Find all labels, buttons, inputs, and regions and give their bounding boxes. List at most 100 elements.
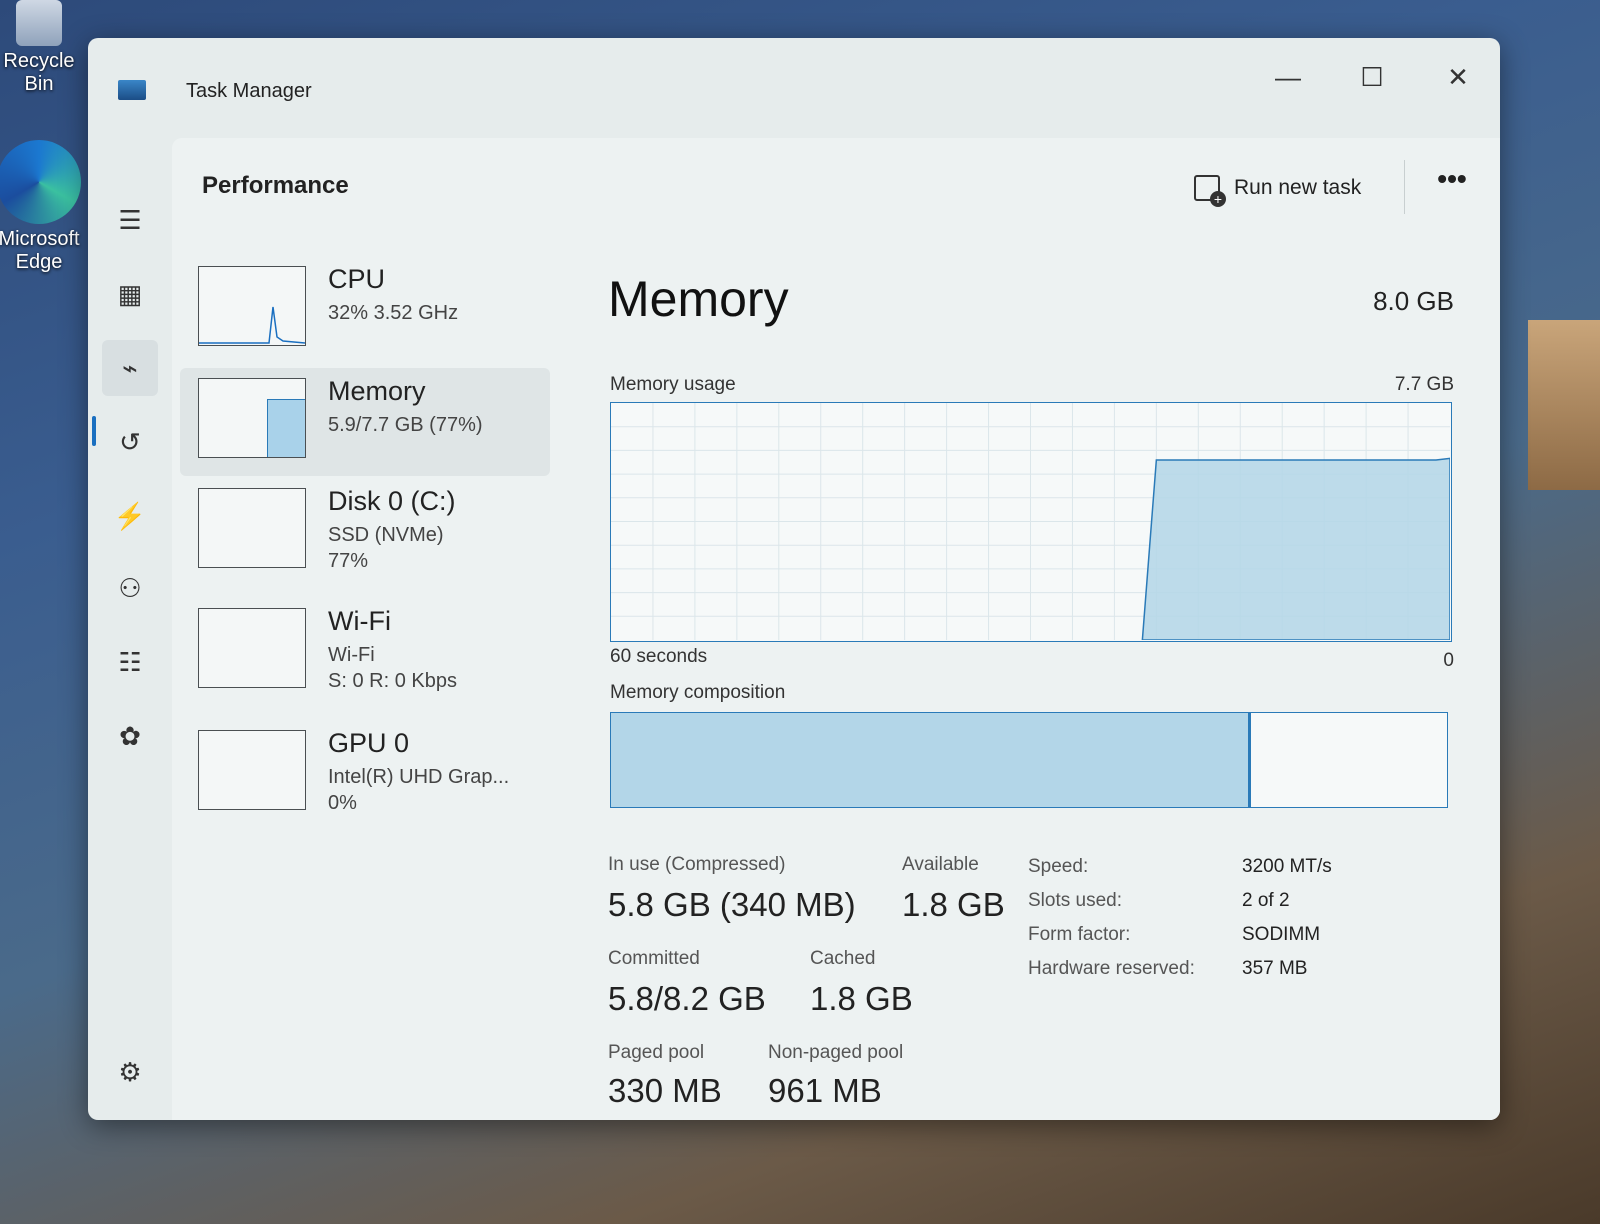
composition-available-segment[interactable] xyxy=(1251,713,1447,807)
nav-startup-apps-button[interactable]: ⚡ xyxy=(102,488,158,544)
available-value: 1.8 GB xyxy=(902,886,1005,923)
spec-value: 3200 MT/s xyxy=(1242,856,1332,877)
device-thumbnail-graph xyxy=(198,266,306,346)
memory-usage-area xyxy=(1141,457,1451,641)
spec-value: SODIMM xyxy=(1242,924,1321,945)
main-content: Performance Run new task ••• CPU 32% 3.52… xyxy=(172,138,1500,1120)
title-bar[interactable]: Task Manager — ☐ ✕ xyxy=(88,38,1500,138)
device-item[interactable]: Wi-Fi Wi-Fi S: 0 R: 0 Kbps xyxy=(180,598,550,706)
nav-processes-button[interactable]: ▦ xyxy=(102,266,158,322)
nav-services-button[interactable]: ✿ xyxy=(102,708,158,764)
page-header: Performance Run new task ••• xyxy=(172,138,1500,234)
recycle-bin-label: Recycle Bin xyxy=(3,50,75,95)
spec-label: Form factor: xyxy=(1028,924,1131,945)
minimize-button[interactable]: — xyxy=(1258,52,1318,102)
device-name: Memory xyxy=(328,376,426,406)
task-manager-window: Task Manager — ☐ ✕ ☰ ▦ ⌁ ↺ ⚡ ⚇ ☷ ✿ ⚙ Performanc… xyxy=(88,38,1500,1120)
close-button[interactable]: ✕ xyxy=(1428,52,1488,102)
composition-in-use-segment[interactable] xyxy=(611,713,1251,807)
nav-performance-button[interactable]: ⌁ xyxy=(102,340,158,396)
graph-time-axis-right: 0 xyxy=(1443,650,1454,671)
paged-pool-value: 330 MB xyxy=(608,1072,722,1109)
committed-value: 5.8/8.2 GB xyxy=(608,980,766,1017)
maximize-button[interactable]: ☐ xyxy=(1342,52,1402,102)
cached-label: Cached xyxy=(810,948,876,969)
memory-usage-max: 7.7 GB xyxy=(1394,374,1454,395)
run-new-task-label: Run new task xyxy=(1234,176,1362,199)
device-detail: 0% xyxy=(328,792,357,814)
spec-label: Speed: xyxy=(1028,856,1089,877)
device-thumbnail-graph xyxy=(198,378,306,458)
device-subtitle: SSD (NVMe) xyxy=(328,524,444,546)
app-history-icon: ↺ xyxy=(119,426,141,457)
non-paged-pool-label: Non-paged pool xyxy=(768,1042,904,1063)
spec-value: 2 of 2 xyxy=(1242,890,1290,911)
recycle-bin-shortcut[interactable]: Recycle Bin xyxy=(0,0,82,96)
nav-details-button[interactable]: ☷ xyxy=(102,634,158,690)
window-title: Task Manager xyxy=(186,80,312,102)
processes-icon: ▦ xyxy=(117,278,143,309)
memory-composition-bar xyxy=(610,712,1448,808)
device-name: Disk 0 (C:) xyxy=(328,486,456,516)
device-item[interactable]: Memory 5.9/7.7 GB (77%) xyxy=(180,368,550,476)
cached-value: 1.8 GB xyxy=(810,980,913,1017)
edge-label-line2: Edge xyxy=(15,251,63,273)
memory-usage-chart xyxy=(611,403,1451,641)
in-use-label: In use (Compressed) xyxy=(608,854,786,875)
services-icon: ✿ xyxy=(119,720,141,751)
spec-value: 357 MB xyxy=(1242,958,1308,979)
gear-icon: ⚙ xyxy=(118,1056,142,1087)
recycle-bin-icon xyxy=(16,0,62,46)
run-new-task-button[interactable]: Run new task xyxy=(1194,168,1361,208)
in-use-value: 5.8 GB (340 MB) xyxy=(608,886,856,923)
device-name: GPU 0 xyxy=(328,728,410,758)
device-detail: 77% xyxy=(328,550,369,572)
task-manager-icon xyxy=(118,80,146,100)
active-nav-indicator xyxy=(92,416,96,446)
memory-heading: Memory xyxy=(608,271,789,327)
device-item[interactable]: GPU 0 Intel(R) UHD Grap... 0% xyxy=(180,720,550,828)
device-thumbnail-graph xyxy=(198,608,306,688)
memory-composition-label: Memory composition xyxy=(610,682,786,703)
device-thumbnail-graph xyxy=(198,488,306,568)
edge-shortcut[interactable]: Microsoft Edge xyxy=(0,140,82,274)
device-item[interactable]: Disk 0 (C:) SSD (NVMe) 77% xyxy=(180,478,550,586)
edge-icon xyxy=(0,140,81,224)
device-item[interactable]: CPU 32% 3.52 GHz xyxy=(180,256,550,364)
nav-users-button[interactable]: ⚇ xyxy=(102,560,158,616)
run-task-icon xyxy=(1194,175,1226,207)
nav-hamburger-button[interactable]: ☰ xyxy=(102,192,158,248)
device-name: CPU xyxy=(328,264,386,294)
device-thumbnail-graph xyxy=(198,730,306,810)
nav-app-history-button[interactable]: ↺ xyxy=(102,414,158,470)
wallpaper-building xyxy=(1528,320,1600,490)
memory-usage-graph xyxy=(610,402,1452,642)
device-subtitle: Wi-Fi xyxy=(328,644,375,666)
committed-label: Committed xyxy=(608,948,700,969)
device-detail: S: 0 R: 0 Kbps xyxy=(328,670,457,692)
minimize-icon: — xyxy=(1275,61,1301,92)
nav-rail: ☰ ▦ ⌁ ↺ ⚡ ⚇ ☷ ✿ ⚙ xyxy=(88,138,172,1120)
maximize-icon: ☐ xyxy=(1360,61,1384,92)
details-icon: ☷ xyxy=(118,646,142,677)
more-options-button[interactable]: ••• xyxy=(1422,164,1482,208)
users-icon: ⚇ xyxy=(118,572,142,603)
memory-usage-label: Memory usage xyxy=(610,374,736,395)
page-title: Performance xyxy=(202,172,349,199)
device-subtitle: 5.9/7.7 GB (77%) xyxy=(328,414,483,436)
performance-icon: ⌁ xyxy=(122,352,138,383)
close-icon: ✕ xyxy=(1447,61,1469,92)
header-divider xyxy=(1404,160,1405,214)
spec-label: Slots used: xyxy=(1028,890,1122,911)
startup-apps-icon: ⚡ xyxy=(113,500,147,531)
graph-time-axis-left: 60 seconds xyxy=(610,646,708,667)
settings-button[interactable]: ⚙ xyxy=(102,1044,158,1100)
device-subtitle: 32% 3.52 GHz xyxy=(328,302,459,324)
non-paged-pool-value: 961 MB xyxy=(768,1072,882,1109)
edge-label-line1: Microsoft xyxy=(0,228,80,250)
device-name: Wi-Fi xyxy=(328,606,391,636)
available-label: Available xyxy=(902,854,979,875)
device-subtitle: Intel(R) UHD Grap... xyxy=(328,766,510,788)
memory-total: 8.0 GB xyxy=(1373,286,1454,316)
paged-pool-label: Paged pool xyxy=(608,1042,705,1063)
